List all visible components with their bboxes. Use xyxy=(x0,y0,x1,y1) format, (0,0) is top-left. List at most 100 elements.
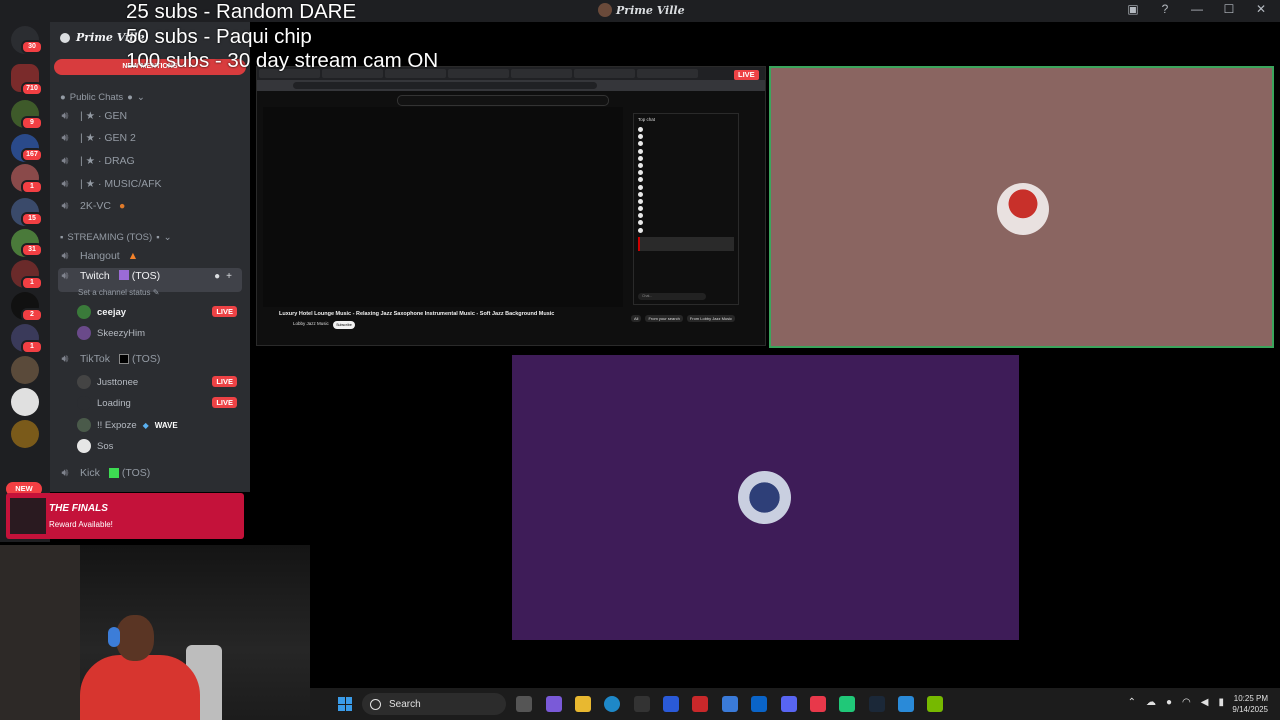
voice-channel-tiktok[interactable]: 🔊︎ TikTok (TOS) xyxy=(58,349,242,369)
live-badge: LIVE xyxy=(212,397,237,408)
minimize-icon[interactable]: — xyxy=(1188,2,1206,16)
taskbar-search[interactable]: Search xyxy=(362,693,506,715)
voice-channel-gen-2[interactable]: 🔊︎ | ★ · GEN 2 xyxy=(58,128,242,148)
speaker-icon: 🔊︎ xyxy=(61,466,69,479)
globe-icon: ● xyxy=(127,92,133,103)
chat-message xyxy=(634,161,738,169)
chip: From your search xyxy=(645,315,683,322)
copilot-icon[interactable] xyxy=(546,696,562,712)
close-icon[interactable]: ✕ xyxy=(1252,2,1270,16)
outlook-icon[interactable] xyxy=(751,696,767,712)
voice-user[interactable]: SkeezyHim xyxy=(77,324,237,342)
reward-text: Reward Available! xyxy=(49,520,113,529)
url-field xyxy=(293,82,597,89)
voice-user[interactable]: Loading LIVE xyxy=(77,394,237,412)
speaker-icon: 🔊︎ xyxy=(61,352,69,365)
unread-badge: 15 xyxy=(21,212,43,226)
chat-app-icon[interactable] xyxy=(839,696,855,712)
water-drop-icon: ◆ xyxy=(142,420,149,430)
app-l-icon[interactable] xyxy=(663,696,679,712)
add-member-icon[interactable]: + xyxy=(226,271,232,282)
recommendation-chips: All From your search From Lobby Jazz Mus… xyxy=(631,315,736,322)
channel-name: Lobby Jazz Music xyxy=(293,321,329,326)
server-avatar-icon xyxy=(598,3,612,17)
live-chat-panel: Top chat Chat... xyxy=(633,113,739,305)
shield-icon[interactable] xyxy=(11,388,39,416)
green-square-icon xyxy=(108,468,119,478)
windows-start-icon[interactable] xyxy=(338,697,352,711)
server-icon[interactable] xyxy=(11,420,39,448)
voice-channel-gen[interactable]: 🔊︎ | ★ · GEN xyxy=(58,106,242,126)
browser-tab xyxy=(574,69,635,78)
wifi-icon[interactable]: ◠ xyxy=(1182,697,1191,708)
cloud-icon[interactable]: ☁ xyxy=(1146,697,1156,708)
clock[interactable]: 10:25 PM 9/14/2025 xyxy=(1232,693,1268,715)
webcam-person-head xyxy=(116,615,154,661)
voice-user[interactable]: Sos xyxy=(77,437,237,455)
channel-list: Prime Ville NEW MENTIONS ● Public Chats … xyxy=(50,22,250,492)
server-icon[interactable] xyxy=(11,356,39,384)
window-controls: ▣ ? — ☐ ✕ xyxy=(1124,2,1270,16)
voice-channel-hangout[interactable]: 🔊︎ Hangout ▲ xyxy=(58,246,242,266)
speaker-icon: 🔊︎ xyxy=(61,154,69,167)
avatar xyxy=(77,375,91,389)
speaker-icon: 🔊︎ xyxy=(61,131,69,144)
video-title: Luxury Hotel Lounge Music - Relaxing Jaz… xyxy=(279,311,555,317)
goal-line: 100 subs - 30 day stream cam ON xyxy=(126,49,439,72)
goal-line: 50 subs - Paqui chip xyxy=(126,24,312,48)
pencil-icon: ✎ xyxy=(152,288,160,297)
maximize-icon[interactable]: ☐ xyxy=(1220,2,1238,16)
participant-tile[interactable] xyxy=(512,355,1019,640)
microphone-icon[interactable]: ● xyxy=(1166,697,1172,708)
photos-icon[interactable] xyxy=(898,696,914,712)
chat-message xyxy=(634,125,738,133)
browser-tab xyxy=(448,69,509,78)
nvidia-icon[interactable] xyxy=(927,696,943,712)
inbox-icon[interactable]: ▣ xyxy=(1124,2,1142,16)
speaker-icon: 🔊︎ xyxy=(61,177,69,190)
file-explorer-icon[interactable] xyxy=(575,696,591,712)
avatar xyxy=(77,439,91,453)
store-icon[interactable] xyxy=(634,696,650,712)
avatar xyxy=(77,305,91,319)
voice-channel-kick[interactable]: 🔊︎ Kick (TOS) xyxy=(58,463,242,483)
webcam-background xyxy=(0,545,80,720)
purple-square-icon xyxy=(118,270,129,280)
voice-user[interactable]: Justtonee LIVE xyxy=(77,373,237,391)
help-icon[interactable]: ? xyxy=(1156,2,1174,16)
voice-user[interactable]: ceejay LIVE xyxy=(77,303,237,321)
steam-icon[interactable] xyxy=(869,696,885,712)
unread-badge: 1 xyxy=(21,340,43,354)
voice-channel-music[interactable]: 🔊︎ | ★ · MUSIC/AFK xyxy=(58,174,242,194)
music-icon[interactable] xyxy=(810,696,826,712)
volume-icon[interactable]: ◀ xyxy=(1201,697,1209,708)
edge-icon[interactable] xyxy=(604,696,620,712)
chat-message xyxy=(634,211,738,219)
chat-message xyxy=(634,147,738,154)
channel-status[interactable]: Set a channel status ✎ xyxy=(78,288,159,297)
shield-app-icon[interactable] xyxy=(692,696,708,712)
screen-share-tile[interactable]: LIVE Luxury Hotel Lounge Music - Relaxin… xyxy=(256,66,766,346)
chat-message xyxy=(634,183,738,190)
category-public-chats[interactable]: ● Public Chats ● ⌄ xyxy=(60,92,145,103)
unread-badge: 1 xyxy=(21,180,43,194)
discord-icon[interactable] xyxy=(781,696,797,712)
voice-user[interactable]: !! Expoze ◆ WAVE xyxy=(77,416,237,434)
game-reward-notification[interactable]: THE FINALS Reward Available! xyxy=(6,493,244,539)
task-view-icon[interactable] xyxy=(516,696,532,712)
black-square-icon xyxy=(118,354,129,364)
headset-icon xyxy=(108,627,120,647)
code-app-icon[interactable] xyxy=(722,696,738,712)
video-player xyxy=(263,107,623,307)
gamepad-icon: ▪ xyxy=(60,232,64,243)
channel-actions: ● + xyxy=(214,271,232,282)
battery-icon[interactable]: ▮ xyxy=(1218,697,1224,708)
voice-channel-drag[interactable]: 🔊︎ | ★ · DRAG xyxy=(58,151,242,171)
participant-tile-speaking[interactable] xyxy=(769,66,1274,348)
unread-badge: 1 xyxy=(21,276,43,290)
category-streaming[interactable]: ▪ STREAMING (TOS) ▪ ⌄ xyxy=(60,232,172,243)
avatar xyxy=(77,418,91,432)
voice-channel-2k[interactable]: 🔊︎ 2K-VC ● xyxy=(58,196,242,216)
chevron-up-icon[interactable]: ⌃ xyxy=(1128,697,1136,708)
chat-bubble-icon[interactable]: ● xyxy=(214,271,220,282)
